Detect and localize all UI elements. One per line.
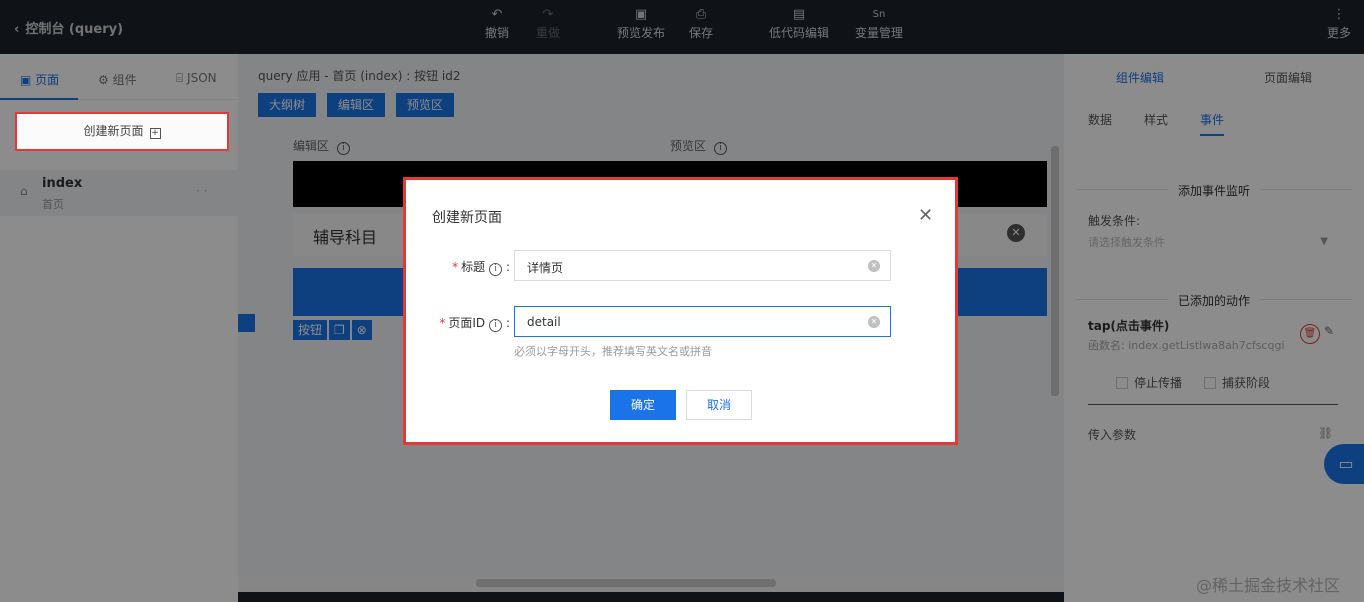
title-field-label: * 标题 i :	[452, 260, 510, 276]
dialog-title: 创建新页面	[432, 210, 502, 226]
create-page-dialog: 创建新页面 ✕ * 标题 i : 详情页 ✕ * 页面ID i : detail ✕ 必…	[403, 177, 958, 445]
plus-box-icon: +	[149, 128, 161, 139]
required-mark: *	[439, 316, 446, 330]
id-label-text: 页面ID	[448, 316, 486, 330]
confirm-button[interactable]: 确定	[610, 390, 676, 420]
close-icon[interactable]: ✕	[918, 205, 933, 226]
title-input[interactable]: 详情页 ✕	[514, 250, 891, 281]
page-id-input-value: detail	[527, 315, 561, 329]
title-label-text: 标题	[461, 260, 486, 274]
info-icon: i	[489, 263, 503, 276]
cancel-button[interactable]: 取消	[686, 390, 752, 420]
id-field-label: * 页面ID i :	[439, 316, 510, 332]
info-icon: i	[489, 319, 503, 332]
title-input-value: 详情页	[527, 261, 564, 275]
page-id-hint: 必须以字母开头，推荐填写英文名或拼音	[514, 345, 712, 358]
clear-icon[interactable]: ✕	[868, 260, 880, 272]
create-page-label: 创建新页面	[83, 124, 144, 138]
required-mark: *	[452, 260, 459, 274]
clear-icon[interactable]: ✕	[868, 316, 880, 328]
page-id-input[interactable]: detail ✕	[514, 306, 891, 337]
create-page-button[interactable]: 创建新页面 +	[15, 112, 229, 151]
